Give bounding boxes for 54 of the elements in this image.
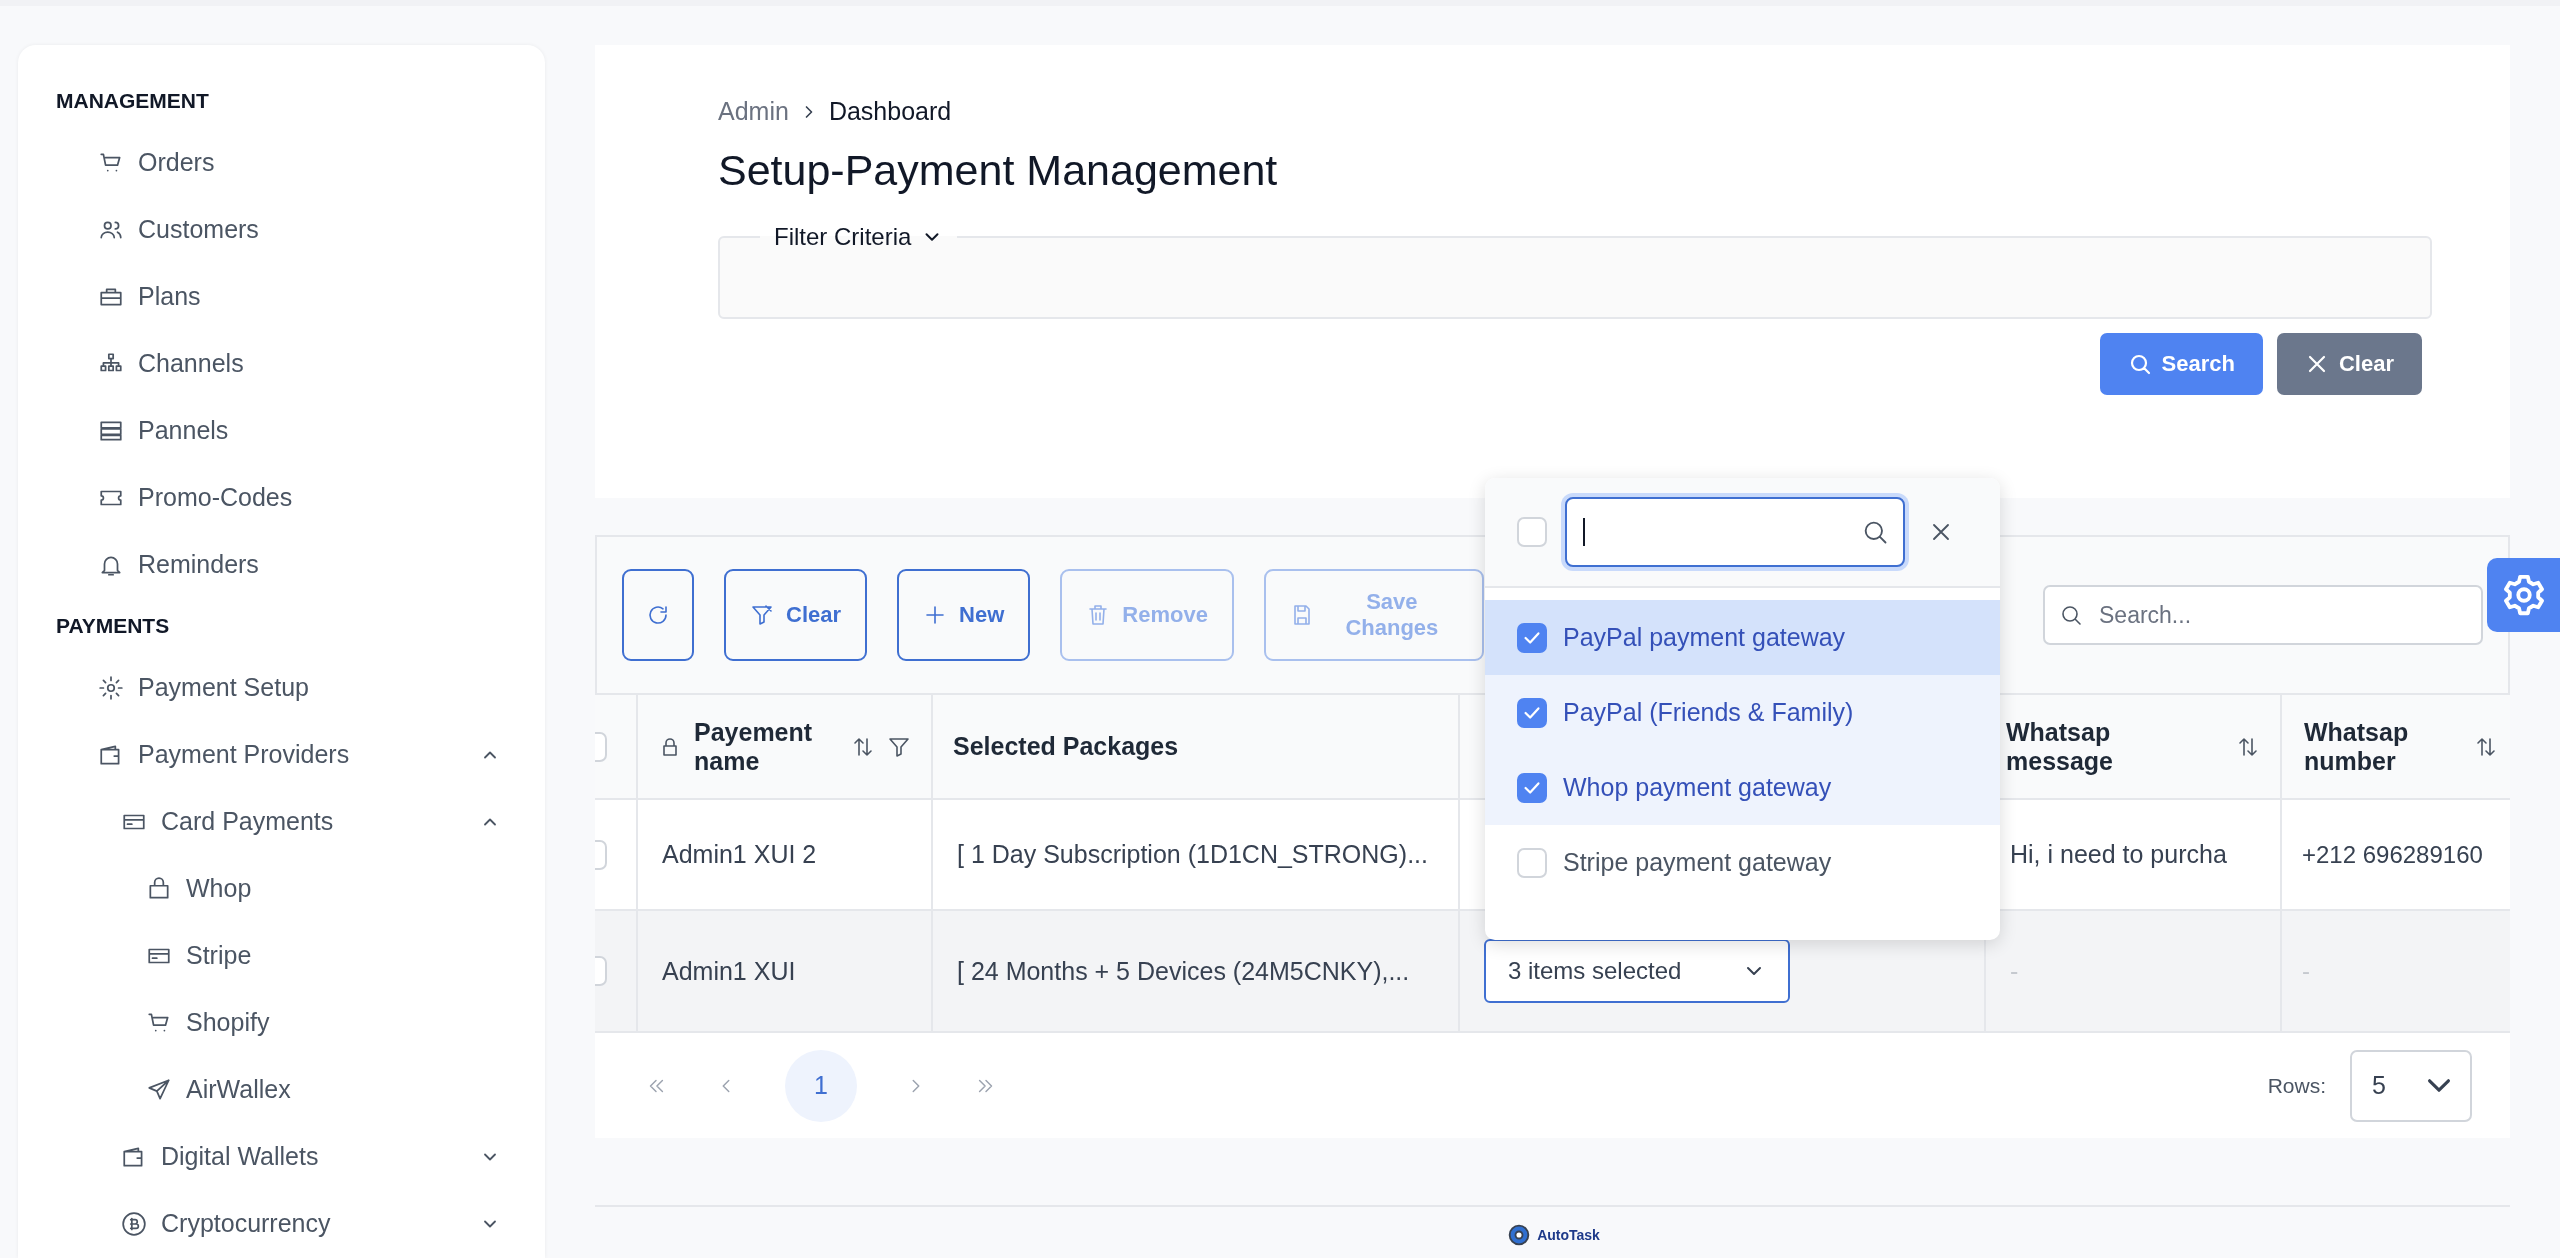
sidebar-item[interactable]: Reminders bbox=[18, 531, 545, 598]
chevron-down-icon bbox=[2428, 1079, 2450, 1092]
sidebar-item[interactable]: Pannels bbox=[18, 397, 545, 464]
rows-per-page-dropdown[interactable]: 5 bbox=[2350, 1049, 2472, 1122]
dropdown-option[interactable]: PayPal payment gateway bbox=[1485, 600, 2000, 675]
clear-filter-button[interactable]: Clear bbox=[724, 569, 868, 661]
sidebar-item[interactable]: Card Payments bbox=[18, 788, 545, 855]
table-cell: - bbox=[2282, 911, 2510, 1033]
sidebar-item[interactable]: Digital Wallets bbox=[18, 1123, 545, 1190]
breadcrumb-current: Dashboard bbox=[828, 97, 952, 126]
option-checkbox[interactable] bbox=[1517, 772, 1547, 803]
clear-button[interactable]: Clear bbox=[2276, 333, 2422, 395]
option-checkbox[interactable] bbox=[1517, 697, 1547, 728]
sidebar-item[interactable]: Payment Providers bbox=[18, 721, 545, 788]
refresh-icon bbox=[646, 603, 670, 627]
sidebar-item[interactable]: Payment Setup bbox=[18, 654, 545, 721]
filter-icon bbox=[750, 603, 774, 627]
column-header[interactable]: Whatsap number bbox=[2282, 695, 2510, 800]
bitcoin-icon bbox=[121, 1210, 147, 1237]
select-all-checkbox[interactable] bbox=[1517, 517, 1547, 547]
option-checkbox[interactable] bbox=[1517, 622, 1547, 653]
logo-text: AutoTask bbox=[1537, 1227, 1600, 1243]
dropdown-option[interactable]: Whop payment gateway bbox=[1485, 750, 2000, 825]
sidebar-item[interactable]: Shopify bbox=[18, 989, 545, 1056]
filter-toggle[interactable]: Filter Criteria bbox=[760, 223, 958, 251]
sidebar-item[interactable]: AirWallex bbox=[18, 1056, 545, 1123]
search-icon bbox=[2059, 603, 2083, 627]
sidebar-item[interactable]: Orders bbox=[18, 129, 545, 196]
table-cell: Admin1 XUI bbox=[638, 911, 933, 1033]
table-cell: - bbox=[1986, 911, 2282, 1033]
column-header[interactable]: Payement name bbox=[638, 695, 933, 800]
sidebar-item[interactable]: Customers bbox=[18, 196, 545, 263]
refresh-button[interactable] bbox=[622, 569, 694, 661]
page-title: Setup-Payment Management bbox=[718, 146, 1279, 195]
sidebar-item[interactable]: Cryptocurrency bbox=[18, 1190, 545, 1257]
search-button[interactable]: Search bbox=[2099, 333, 2263, 395]
sidebar-item[interactable]: Channels bbox=[18, 330, 545, 397]
search-field[interactable]: Search... bbox=[2043, 585, 2483, 645]
section-heading: MANAGEMENT bbox=[55, 88, 210, 114]
dropdown-option[interactable]: PayPal (Friends & Family) bbox=[1485, 675, 2000, 750]
settings-button[interactable] bbox=[2487, 558, 2560, 632]
sidebar-item[interactable]: Plans bbox=[18, 263, 545, 330]
breadcrumb-link[interactable]: Admin bbox=[718, 97, 789, 126]
sidebar-item[interactable]: Whop bbox=[18, 855, 545, 922]
table-cell: [ 24 Months + 5 Devices (24M5CNKY),... bbox=[933, 911, 1460, 1033]
filter-input[interactable] bbox=[1565, 497, 1905, 567]
new-button[interactable]: New bbox=[897, 569, 1031, 661]
sidebar-item[interactable]: Promo-Codes bbox=[18, 464, 545, 531]
sidebar-item[interactable]: Stripe bbox=[18, 922, 545, 989]
rows-label: Rows: bbox=[2267, 1073, 2326, 1098]
page-button[interactable]: 1 bbox=[785, 1049, 857, 1122]
section-heading: PAYMENTS bbox=[55, 613, 171, 639]
column-header[interactable]: Selected Packages bbox=[953, 732, 1179, 761]
multiselect-dropdown[interactable]: 3 items selected bbox=[1484, 939, 1790, 1003]
